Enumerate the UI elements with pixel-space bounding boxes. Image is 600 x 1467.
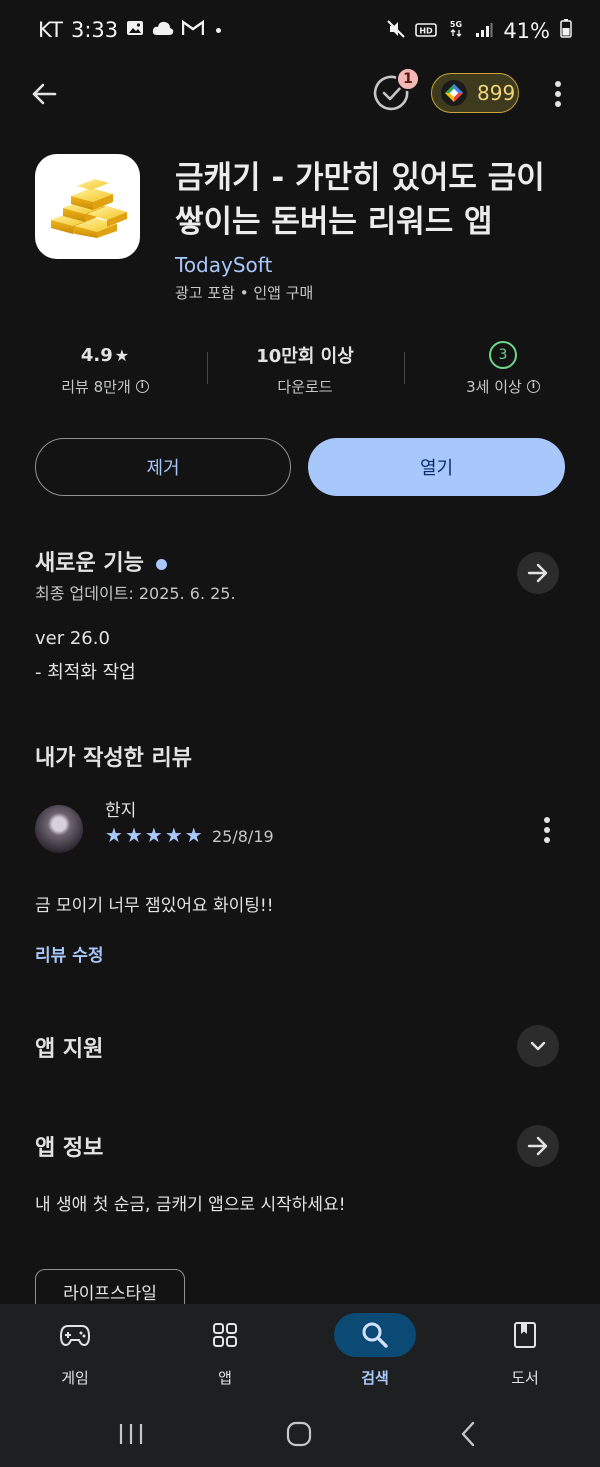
nav-tab-search[interactable]: 검색 [325,1313,425,1388]
more-vert-icon [555,81,561,107]
play-points-icon [441,80,467,106]
apps-grid-icon [193,1313,257,1357]
app-support-expand-button[interactable] [517,1025,559,1067]
chevron-left-icon [461,1421,475,1447]
whats-new-arrow-button[interactable] [517,552,559,594]
rating-value: 4.9 [80,344,113,366]
home-icon [286,1421,312,1447]
stat-divider [404,352,405,384]
nav-tab-games[interactable]: 게임 [25,1313,125,1388]
review-text: 금 모이기 너무 잼있어요 화이팅!! [35,896,274,916]
search-icon [334,1313,416,1357]
age-rating-badge: 3 [489,341,517,369]
star-icon: ★ [114,345,130,365]
app-meta: 광고 포함 • 인앱 구매 [175,284,314,302]
signal-icon [475,19,493,43]
nav-label-books: 도서 [511,1369,539,1387]
app-info-arrow-button[interactable] [517,1125,559,1167]
open-button[interactable]: 열기 [308,438,565,496]
age-rating-label: 3세 이상 [466,378,522,396]
svg-text:HD: HD [420,26,434,35]
5g-icon: 5G [447,18,465,43]
app-description: 내 생애 첫 순금, 금캐기 앱으로 시작하세요! [35,1195,346,1215]
star-icon: ★ [105,823,123,847]
gold-bars-icon [50,178,127,238]
last-updated: 최종 업데이트: 2025. 6. 25. [35,584,236,603]
nav-tab-books[interactable]: 도서 [475,1313,575,1388]
downloads-label: 다운로드 [277,378,333,396]
new-indicator-dot [155,558,167,570]
mute-icon [387,19,406,43]
play-points-button[interactable]: 899 [431,73,519,113]
gallery-icon [126,20,144,41]
star-icon: ★ [164,823,183,847]
star-icon: ★ [144,823,163,847]
avatar [35,805,83,853]
version-text: ver 26.0 [35,628,110,649]
more-vert-icon [544,817,550,843]
info-icon: i [526,380,540,393]
nav-label-search: 검색 [361,1369,389,1387]
recent-apps-button[interactable] [118,1422,144,1450]
status-bar-right: HD 5G 41% [387,18,572,43]
battery-icon [560,18,572,43]
star-icon: ★ [184,823,203,847]
nav-tab-apps[interactable]: 앱 [175,1313,275,1388]
hd-icon: HD [415,19,438,43]
carrier-label: KT [38,18,63,42]
book-icon [493,1313,557,1357]
nav-label-apps: 앱 [218,1369,232,1387]
app-icon [35,154,140,259]
gmail-icon [181,19,205,41]
arrow-forward-icon [527,563,548,583]
review-date: 25/8/19 [212,827,274,846]
status-bar-left: KT 3:33 [38,18,222,42]
whats-new-section[interactable]: 새로운 기능 [35,545,167,577]
age-rating-stat[interactable]: 3 3세 이상 i [433,341,573,397]
app-info-title[interactable]: 앱 정보 [35,1130,103,1162]
uninstall-button[interactable]: 제거 [35,438,291,496]
chevron-down-icon [530,1041,546,1051]
cloud-icon [152,20,174,41]
whats-new-title: 새로운 기능 [35,551,144,576]
downloads-stat: 10만회 이상 다운로드 [235,342,375,397]
system-back-button[interactable] [458,1421,478,1451]
back-button[interactable] [22,72,66,116]
rating-label: 리뷰 8만개 [61,378,131,396]
app-title: 금캐기 - 가만히 있어도 금이 쌓이는 돈버는 리워드 앱 [175,160,545,240]
battery-label: 41% [503,18,550,43]
more-options-button[interactable] [546,78,570,110]
arrow-forward-icon [527,1136,548,1156]
points-value: 899 [477,81,516,105]
home-button[interactable] [286,1421,312,1451]
update-note: - 최적화 작업 [35,662,136,683]
recents-icon [119,1424,143,1444]
review-more-button[interactable] [535,814,559,846]
nav-label-games: 게임 [61,1369,89,1387]
edit-review-link[interactable]: 리뷰 수정 [35,941,103,966]
downloads-value: 10만회 이상 [256,346,354,367]
review-stars: ★ ★ ★ ★ ★ [105,824,203,846]
clock: 3:33 [70,18,119,42]
stat-divider [207,352,208,384]
star-icon: ★ [124,823,143,847]
gamepad-icon [43,1313,107,1357]
notification-badge: 1 [396,67,420,91]
dot-icon [216,27,222,33]
info-icon: i [135,380,149,393]
my-review-title: 내가 작성한 리뷰 [35,746,192,771]
rating-stat[interactable]: 4.9 ★ 리뷰 8만개 i [35,342,175,397]
review-author: 한지 [105,801,137,821]
app-support-title[interactable]: 앱 지원 [35,1031,103,1063]
arrow-back-icon [32,83,57,105]
developer-link[interactable]: TodaySoft [175,253,272,277]
svg-text:5G: 5G [450,20,462,29]
